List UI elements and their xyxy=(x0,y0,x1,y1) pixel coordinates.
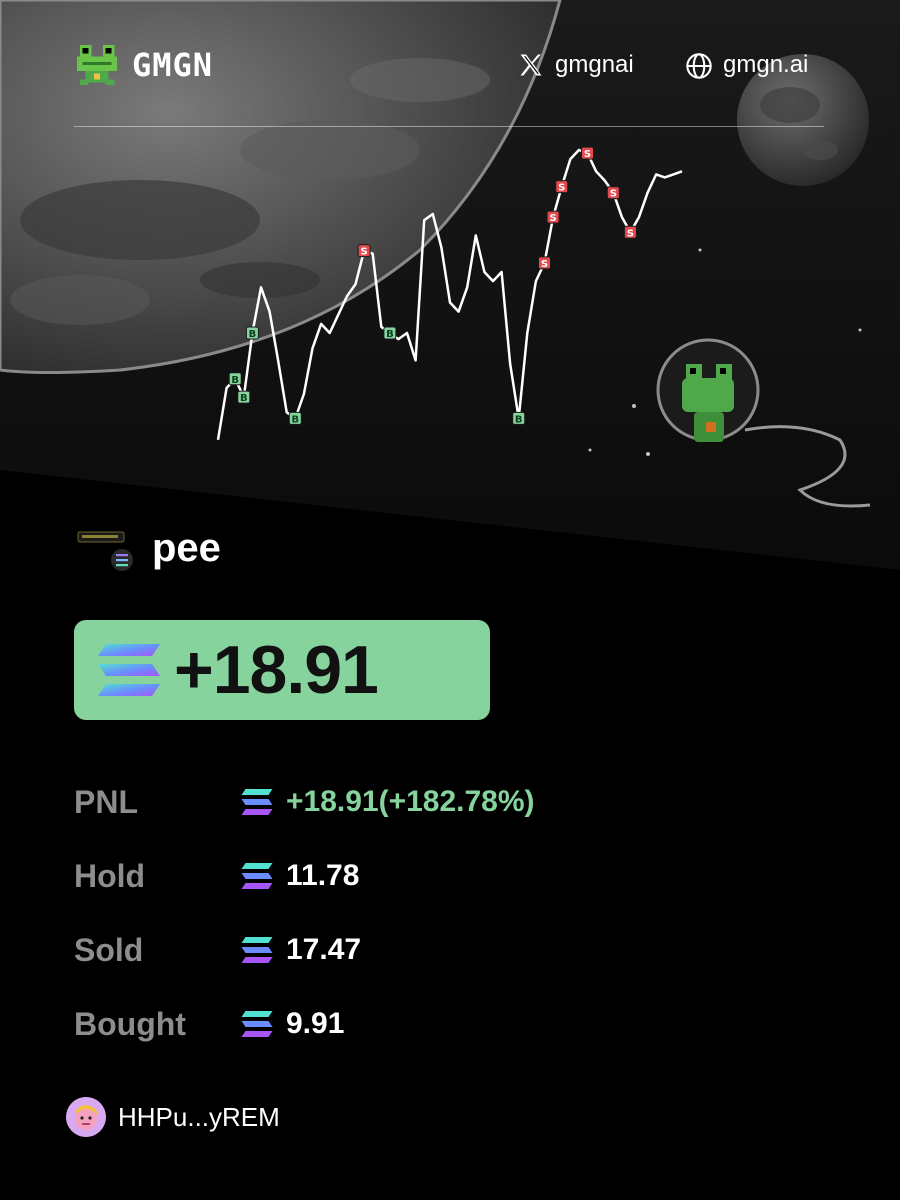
frog-logo-icon xyxy=(74,42,120,88)
buy-marker: B xyxy=(288,411,302,425)
marker-label: B xyxy=(249,329,257,340)
marker-label: S xyxy=(627,228,634,239)
sell-marker: S xyxy=(623,225,637,239)
x-handle: gmgnai xyxy=(555,51,634,78)
stat-value: 17.47 xyxy=(286,933,362,966)
sell-marker: S xyxy=(538,256,551,270)
token-symbol: pee xyxy=(152,525,221,570)
sell-marker: S xyxy=(606,186,620,200)
stat-value: +18.91(+182.78%) xyxy=(286,785,535,818)
marker-label: B xyxy=(386,329,394,340)
wallet-address: HHPu...yREM xyxy=(118,1101,280,1132)
brand[interactable]: GMGN xyxy=(74,40,213,90)
marker-label: S xyxy=(360,247,367,258)
sell-marker: S xyxy=(546,210,560,224)
stat-label: Sold xyxy=(74,931,144,968)
token-logo xyxy=(76,518,136,578)
wallet-info[interactable]: HHPu...yREM xyxy=(66,1096,280,1138)
marker-label: B xyxy=(291,414,299,425)
header-divider xyxy=(74,126,824,127)
sell-marker: S xyxy=(581,146,594,160)
x-link[interactable]: gmgnai xyxy=(517,40,634,90)
stat-row-hold: Hold 11.78 xyxy=(74,839,774,913)
solana-icon xyxy=(240,935,274,965)
globe-icon xyxy=(685,51,713,79)
sell-marker: S xyxy=(555,180,569,194)
stat-label: Hold xyxy=(74,857,146,894)
marker-label: S xyxy=(541,259,548,270)
stat-row-pnl: PNL +18.91(+182.78%) xyxy=(74,765,774,839)
marker-label: B xyxy=(231,375,239,386)
solana-icon xyxy=(240,787,274,817)
stat-row-bought: Bought 9.91 xyxy=(74,987,774,1061)
token-info: pee xyxy=(76,518,221,578)
hero-banner: BBBBSBBSSSSSS xyxy=(0,0,900,600)
space-background: BBBBSBBSSSSSS xyxy=(0,0,900,600)
buy-marker: B xyxy=(383,326,397,340)
solana-icon xyxy=(240,861,274,891)
marker-label: S xyxy=(584,149,591,160)
solana-icon xyxy=(96,640,162,700)
marker-label: S xyxy=(549,213,556,224)
x-logo-icon xyxy=(517,51,545,79)
stat-label: Bought xyxy=(74,1005,186,1042)
sell-marker: S xyxy=(357,244,371,258)
stat-label: PNL xyxy=(74,783,138,820)
solana-icon xyxy=(116,554,128,567)
buy-marker: B xyxy=(237,390,251,404)
stats-list: PNL +18.91(+182.78%) Hold 11.78 Sold 17.… xyxy=(74,765,774,1061)
avatar xyxy=(66,1097,106,1137)
stat-value: 9.91 xyxy=(286,1007,345,1040)
pnl-badge: +18.91 xyxy=(74,620,490,720)
header-bar: GMGN gmgnai gmgn.ai xyxy=(74,40,824,90)
buy-marker: B xyxy=(512,411,526,425)
stat-value: 11.78 xyxy=(286,859,360,892)
marker-label: S xyxy=(610,189,617,200)
brand-name: GMGN xyxy=(132,46,214,84)
stat-row-sold: Sold 17.47 xyxy=(74,913,774,987)
marker-label: B xyxy=(515,414,523,425)
solana-icon xyxy=(240,1009,274,1039)
buy-marker: B xyxy=(228,372,242,386)
website-url: gmgn.ai xyxy=(723,51,809,78)
website-link[interactable]: gmgn.ai xyxy=(685,40,808,90)
marker-label: B xyxy=(240,393,248,404)
pnl-badge-value: +18.91 xyxy=(174,632,379,708)
buy-marker: B xyxy=(245,326,259,340)
marker-label: S xyxy=(558,183,565,194)
